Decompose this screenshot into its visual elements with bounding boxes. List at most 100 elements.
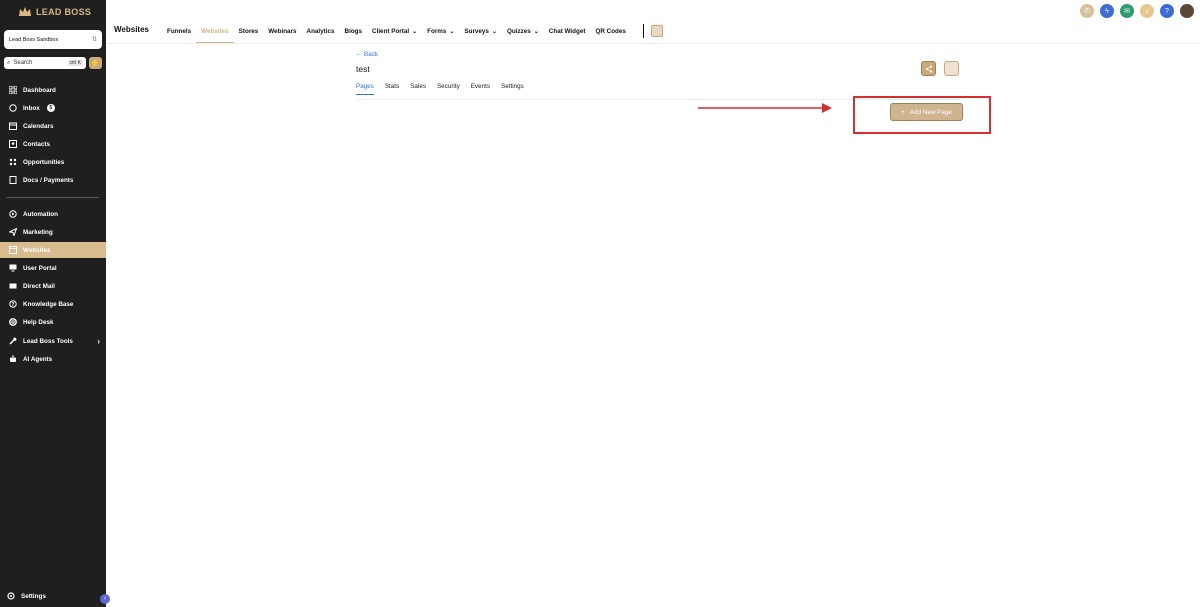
- back-link[interactable]: ← Back: [356, 51, 378, 58]
- tab-settings[interactable]: Settings: [501, 83, 524, 95]
- mail-icon: [8, 282, 17, 291]
- robot-icon: [8, 355, 17, 364]
- sidebar-item-label: Help Desk: [23, 318, 54, 326]
- sidebar-item-websites[interactable]: Websites: [0, 242, 106, 258]
- wrench-icon: [8, 337, 17, 346]
- sidebar-item-help-desk[interactable]: Help Desk: [0, 314, 106, 330]
- tab-surveys[interactable]: Surveys ⌄: [459, 27, 502, 43]
- sidebar-item-label: Websites: [23, 246, 51, 254]
- sidebar-item-label: User Portal: [23, 264, 57, 272]
- header-icons: ✆ ϟ ✉ ♪ ?: [1080, 4, 1194, 18]
- search-input[interactable]: ⌕ Search ctrl K: [4, 57, 86, 69]
- tab-label: Websites: [201, 28, 229, 35]
- tab-events[interactable]: Events: [471, 83, 490, 95]
- sidebar-item-knowledge-base[interactable]: ? Knowledge Base: [0, 296, 106, 312]
- tab-qr-codes[interactable]: QR Codes: [590, 27, 630, 43]
- share-icon: [925, 64, 932, 73]
- tab-webinars[interactable]: Webinars: [263, 27, 301, 43]
- tab-client-portal[interactable]: Client Portal ⌄: [367, 27, 422, 43]
- sidebar-item-calendars[interactable]: Calendars: [0, 118, 106, 134]
- account-switcher[interactable]: Lead Boss Sandbox ⇅: [4, 30, 102, 49]
- sidebar-item-label: Contacts: [23, 140, 50, 148]
- sidebar-item-label: AI Agents: [23, 355, 53, 363]
- tab-quizzes[interactable]: Quizzes ⌄: [502, 27, 544, 43]
- sidebar-item-label: Calendars: [23, 122, 54, 130]
- tab-sales[interactable]: Sales: [410, 83, 426, 95]
- tab-websites[interactable]: Websites: [196, 27, 234, 43]
- add-new-page-button[interactable]: + Add New Page: [890, 103, 963, 121]
- instagram-icon[interactable]: [651, 25, 663, 37]
- more-options-button[interactable]: [944, 61, 959, 76]
- tab-label: QR Codes: [595, 28, 626, 35]
- tab-pages[interactable]: Pages: [356, 83, 374, 95]
- tab-chat-widget[interactable]: Chat Widget: [544, 27, 591, 43]
- annotation-arrow: [698, 103, 832, 113]
- tab-label: Chat Widget: [548, 28, 586, 35]
- add-new-page-label: Add New Page: [909, 108, 952, 116]
- sidebar-item-contacts[interactable]: Contacts: [0, 136, 106, 152]
- page-title: test: [356, 64, 370, 74]
- search-icon: ⌕: [7, 59, 11, 66]
- calendar-icon: [8, 122, 17, 131]
- sidebar-item-label: Dashboard: [23, 86, 56, 94]
- tab-blogs[interactable]: Blogs: [340, 27, 368, 43]
- megaphone-icon[interactable]: ✉: [1120, 4, 1134, 18]
- tab-security[interactable]: Security: [437, 83, 460, 95]
- lightning-icon[interactable]: ϟ: [1100, 4, 1114, 18]
- sidebar-item-settings[interactable]: Settings: [0, 588, 106, 604]
- help-circle-icon: ?: [8, 300, 17, 309]
- sidebar-item-label: Automation: [23, 210, 58, 218]
- chat-icon: [8, 104, 17, 113]
- sidebar-item-dashboard[interactable]: Dashboard: [0, 82, 106, 98]
- topnav-divider: [643, 24, 644, 38]
- tab-label: Webinars: [268, 28, 297, 35]
- tab-funnels[interactable]: Funnels: [162, 27, 196, 43]
- chevron-down-icon: ⌄: [533, 29, 539, 35]
- tab-label: Forms: [427, 28, 447, 35]
- updown-chevron-icon: ⇅: [91, 37, 97, 43]
- contacts-icon: [8, 140, 17, 149]
- tab-stats[interactable]: Stats: [385, 83, 399, 95]
- bell-icon[interactable]: ♪: [1140, 4, 1154, 18]
- sidebar-item-automation[interactable]: Automation: [0, 206, 106, 222]
- avatar[interactable]: [1180, 4, 1194, 18]
- sidebar-item-docs-payments[interactable]: Docs / Payments: [0, 172, 106, 188]
- sidebar-item-label: Direct Mail: [23, 282, 55, 290]
- sidebar-item-label: Inbox: [23, 104, 40, 112]
- chevron-down-icon: ⌄: [491, 29, 497, 35]
- chevron-down-icon: ⌄: [449, 29, 455, 35]
- tab-label: Stores: [238, 28, 259, 35]
- tab-analytics[interactable]: Analytics: [302, 27, 340, 43]
- collapse-sidebar-button[interactable]: ‹: [100, 594, 110, 604]
- tab-label: Funnels: [167, 28, 192, 35]
- chevron-right-icon: ›: [97, 336, 100, 346]
- sidebar-item-label: Lead Boss Tools: [23, 337, 73, 345]
- section-title: Websites: [114, 25, 149, 34]
- sidebar-item-lead-boss-tools[interactable]: Lead Boss Tools ›: [0, 333, 106, 349]
- lifebuoy-icon: [8, 318, 17, 327]
- tab-stores[interactable]: Stores: [234, 27, 264, 43]
- topnav-tabs: Funnels Websites Stores Webinars Analyti…: [162, 27, 631, 43]
- help-icon[interactable]: ?: [1160, 4, 1174, 18]
- monitor-icon: [8, 264, 17, 273]
- sidebar-item-label: Opportunities: [23, 158, 65, 166]
- sidebar-item-direct-mail[interactable]: Direct Mail: [0, 278, 106, 294]
- sidebar-item-inbox[interactable]: Inbox 5: [0, 100, 106, 116]
- chevron-down-icon: ⌄: [412, 29, 418, 35]
- tab-forms[interactable]: Forms ⌄: [422, 27, 459, 43]
- brand-logo[interactable]: LEAD BOSS: [18, 6, 91, 18]
- share-button[interactable]: [921, 61, 936, 76]
- tab-label: Quizzes: [506, 28, 531, 35]
- sidebar-item-opportunities[interactable]: Opportunities: [0, 154, 106, 170]
- sidebar-item-ai-agents[interactable]: AI Agents: [0, 351, 106, 367]
- phone-icon[interactable]: ✆: [1080, 4, 1094, 18]
- quick-action-button[interactable]: ⚡: [89, 57, 102, 69]
- page-tabs: Pages Stats Sales Security Events Settin…: [356, 83, 535, 95]
- tab-label: Surveys: [464, 28, 489, 35]
- search-shortcut: ctrl K: [67, 60, 83, 66]
- sidebar-divider: [6, 197, 99, 198]
- sidebar-item-user-portal[interactable]: User Portal: [0, 260, 106, 276]
- sidebar-item-label: Knowledge Base: [23, 300, 74, 308]
- sidebar-item-marketing[interactable]: Marketing: [0, 224, 106, 240]
- plus-icon: +: [901, 108, 905, 116]
